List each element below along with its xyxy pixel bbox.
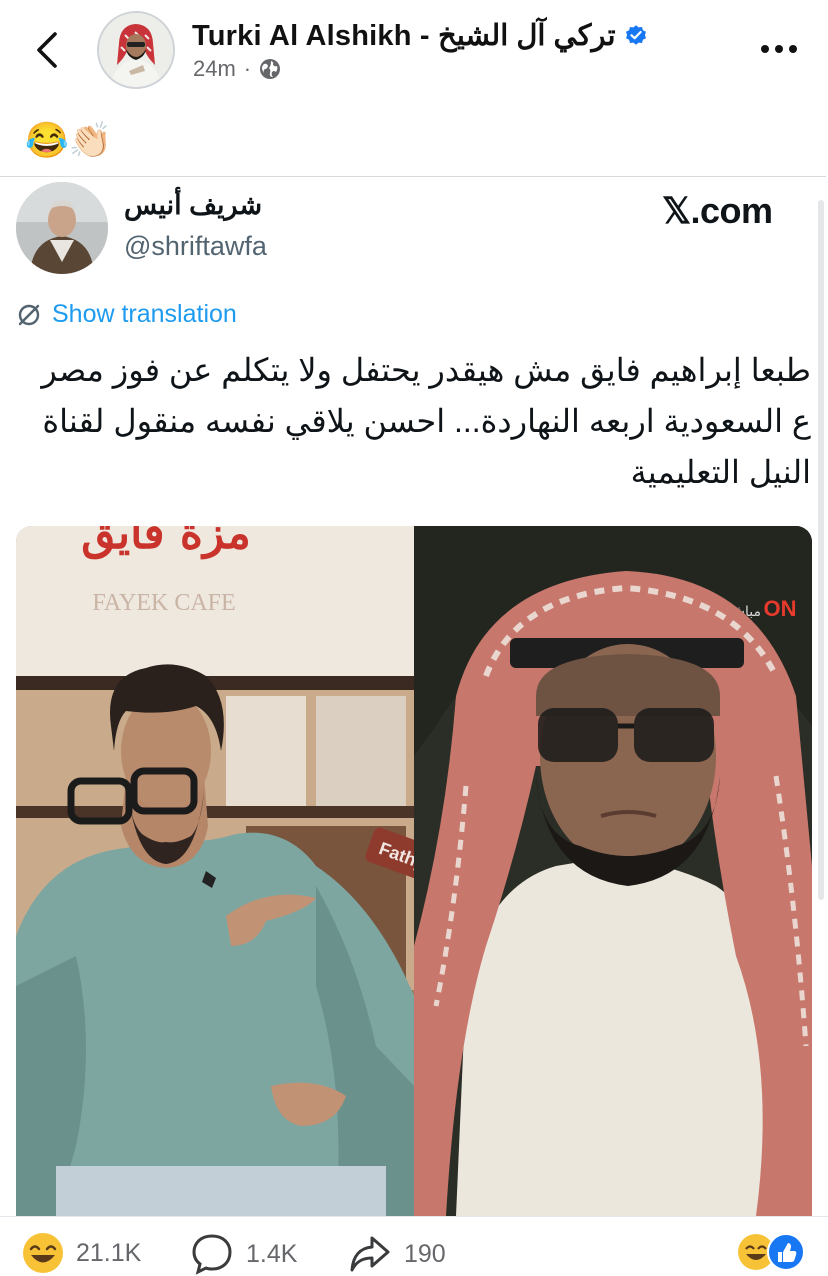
author-avatar[interactable] <box>97 11 175 89</box>
cafe-sign-english: FAYEK CAFE <box>92 590 235 616</box>
tweet-author-avatar <box>16 182 108 274</box>
laughing-emoji-icon <box>23 1233 63 1273</box>
share-button[interactable]: 190 <box>348 1232 446 1276</box>
x-com-logo: 𝕏.com <box>662 190 773 231</box>
more-options-icon[interactable] <box>756 36 802 62</box>
author-name[interactable]: Turki Al Alshikh - تركي آل الشيخ <box>192 18 616 53</box>
translate-icon <box>18 304 40 325</box>
comments-count: 1.4K <box>246 1239 298 1268</box>
verified-badge-icon <box>625 25 646 45</box>
post-caption: 😂👏🏻 <box>25 121 113 160</box>
show-translation-link: Show translation <box>52 300 237 328</box>
tweet-text: طبعا إبراهيم فايق مش هيقدر يحتفل ولا يتك… <box>41 352 811 490</box>
tweet-author-handle: @shriftawfa <box>124 231 267 261</box>
shares-count: 190 <box>404 1239 446 1268</box>
image-scrollbar <box>818 200 824 900</box>
globe-icon <box>260 59 281 79</box>
reactions-button[interactable]: 21.1K <box>22 1232 141 1274</box>
reaction-emojis-icon <box>738 1233 805 1271</box>
tweet-author-name: شريف أنيس <box>124 190 263 220</box>
cafe-sign-arabic: مزة فايق <box>81 526 251 560</box>
meta-separator: · <box>243 56 252 81</box>
post-timestamp[interactable]: 24m <box>193 56 236 82</box>
tweet-media-image: مزة فايق FAYEK CAFE Fathy ON مباشر <box>16 526 812 1216</box>
back-arrow-icon[interactable] <box>28 28 68 72</box>
channel-logo: ON <box>764 596 797 621</box>
comment-button[interactable]: 1.4K <box>190 1232 297 1276</box>
share-arrow-icon <box>350 1236 390 1272</box>
reaction-summary[interactable] <box>736 1232 808 1272</box>
comment-bubble-icon <box>192 1234 232 1275</box>
reactions-count: 21.1K <box>76 1238 142 1267</box>
